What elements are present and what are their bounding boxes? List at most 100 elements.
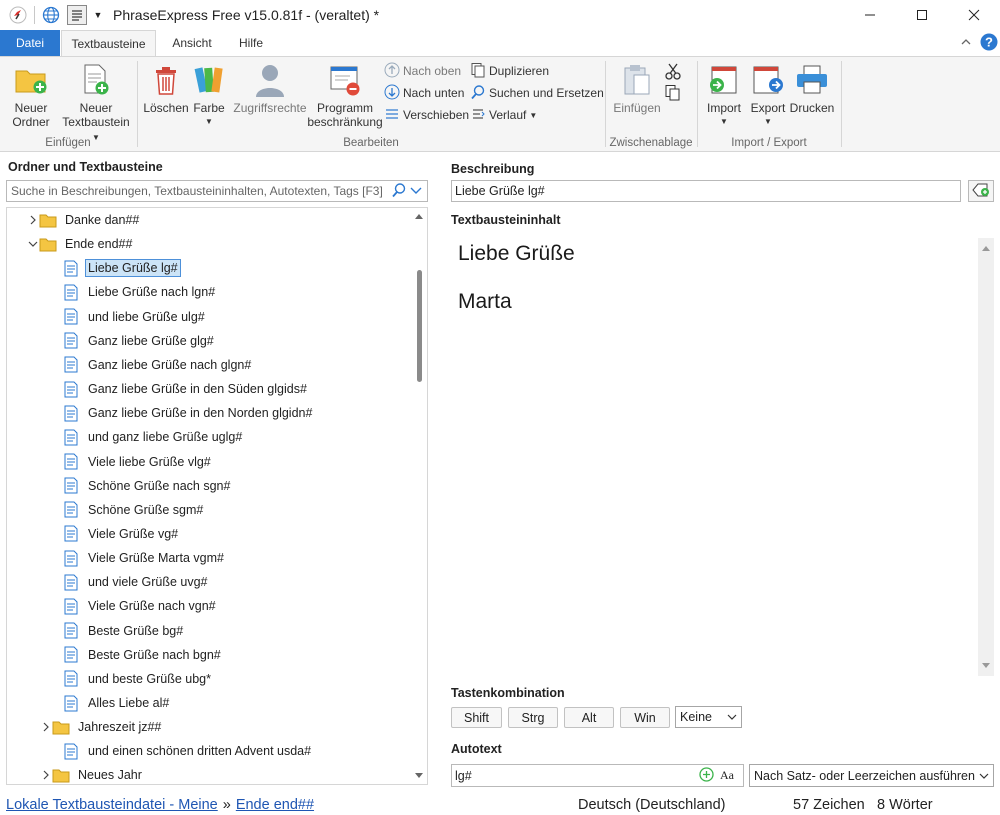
tree-folder-row[interactable]: Jahreszeit jz## <box>7 715 164 739</box>
new-phrase-icon <box>77 61 115 99</box>
chevron-down-icon[interactable] <box>27 239 39 249</box>
scroll-down-icon[interactable] <box>978 658 994 674</box>
tag-button[interactable] <box>968 180 994 202</box>
minimize-icon[interactable] <box>844 0 896 30</box>
scroll-up-icon[interactable] <box>978 240 994 256</box>
new-phrase-label-2-text: Textbaustein <box>62 115 130 129</box>
tree-item-label: Alles Liebe al# <box>88 696 170 710</box>
paste-button[interactable]: Einfügen <box>612 61 662 115</box>
tree-phrase-row[interactable]: und liebe Grüße ulg# <box>7 305 208 329</box>
tree-phrase-row[interactable]: Ganz liebe Grüße nach glgn# <box>7 353 254 377</box>
globe-icon[interactable] <box>41 5 61 25</box>
duplicate-button[interactable]: Duplizieren <box>470 61 549 81</box>
tab-datei[interactable]: Datei <box>0 30 60 56</box>
tree-phrase-row[interactable]: Liebe Grüße nach lgn# <box>7 280 218 304</box>
new-folder-button[interactable]: Neuer Ordner <box>8 61 54 129</box>
tree-folder-row[interactable]: Danke dan## <box>7 208 142 232</box>
access-rights-button[interactable]: Zugriffsrechte <box>232 61 308 115</box>
history-button[interactable]: Verlauf ▼ <box>470 105 537 125</box>
autotext-input[interactable]: lg# Aa <box>451 764 744 787</box>
history-label: Verlauf <box>489 108 527 122</box>
move-button[interactable]: Verschieben <box>384 105 469 125</box>
svg-text:?: ? <box>985 35 993 50</box>
tree-item-label: Ende end## <box>65 237 133 252</box>
chevron-right-icon[interactable] <box>27 215 39 225</box>
tab-ansicht[interactable]: Ansicht <box>160 30 224 56</box>
breadcrumb-folder-link[interactable]: Ende end## <box>236 797 314 813</box>
search-input[interactable] <box>7 181 391 201</box>
delete-button[interactable]: Löschen <box>143 61 189 115</box>
app-logo-icon[interactable] <box>8 5 28 25</box>
dropdown-caret-icon: ▼ <box>720 117 728 126</box>
tree-phrase-row[interactable]: und viele Grüße uvg# <box>7 570 211 594</box>
print-label: Drucken <box>789 101 835 115</box>
export-button[interactable]: Export ▼ <box>748 61 788 129</box>
tree-item-label: Liebe Grüße nach lgn# <box>88 285 216 300</box>
dropdown-caret-icon: ▼ <box>205 117 213 126</box>
ribbon-tabs: Datei Textbausteine Ansicht Hilfe ? <box>0 30 1000 56</box>
program-restriction-button[interactable]: Programm beschränkung <box>307 61 383 129</box>
ctrl-toggle-button[interactable]: Strg <box>508 707 558 728</box>
tree-phrase-row[interactable]: Ganz liebe Grüße glg# <box>7 329 217 353</box>
move-up-button[interactable]: Nach oben <box>384 61 461 81</box>
tree-phrase-row[interactable]: und beste Grüße ubg* <box>7 667 214 691</box>
description-field[interactable]: Liebe Grüße lg# <box>451 180 961 202</box>
tree-phrase-row[interactable]: Liebe Grüße lg# <box>7 256 181 280</box>
hotkey-key-select[interactable]: Keine <box>675 706 742 728</box>
print-button[interactable]: Drucken <box>790 61 834 115</box>
search-replace-button[interactable]: Suchen und Ersetzen <box>470 83 604 103</box>
win-toggle-button[interactable]: Win <box>620 707 670 728</box>
search-icon[interactable] <box>391 182 407 201</box>
case-sensitive-icon[interactable]: Aa <box>720 767 738 784</box>
customize-dropdown-icon[interactable]: ▼ <box>93 5 103 25</box>
autotext-mode-select[interactable]: Nach Satz- oder Leerzeichen ausführen <box>749 764 994 787</box>
scroll-thumb[interactable] <box>417 270 422 382</box>
tree-item-label: Ganz liebe Grüße in den Süden glgids# <box>88 382 307 397</box>
new-phrase-button[interactable]: Neuer Textbaustein ▼ <box>62 61 130 145</box>
chevron-down-icon[interactable] <box>409 183 423 200</box>
tree-phrase-row[interactable]: und ganz liebe Grüße uglg# <box>7 425 245 449</box>
tab-textbausteine[interactable]: Textbausteine <box>61 30 156 56</box>
phrase-document-icon <box>62 477 80 495</box>
maximize-icon[interactable] <box>896 0 948 30</box>
phrase-tree: Danke dan## Ende end## Liebe Grüße lg# Lieb… <box>6 207 428 785</box>
shift-toggle-button[interactable]: Shift <box>451 707 502 728</box>
tree-folder-row[interactable]: Neues Jahr <box>7 763 145 784</box>
tree-phrase-row[interactable]: Alles Liebe al# <box>7 691 172 715</box>
scroll-down-icon[interactable] <box>411 768 427 784</box>
tab-hilfe[interactable]: Hilfe <box>226 30 276 56</box>
move-down-button[interactable]: Nach unten <box>384 83 464 103</box>
breadcrumb-root-link[interactable]: Lokale Textbausteindatei - Meine <box>6 797 218 813</box>
phrase-content-editor[interactable]: Liebe Grüße Marta <box>451 238 994 676</box>
tree-phrase-row[interactable]: Beste Grüße bg# <box>7 619 186 643</box>
cut-icon[interactable] <box>664 61 682 81</box>
tree-phrase-row[interactable]: Ganz liebe Grüße in den Süden glgids# <box>7 377 310 401</box>
document-view-icon[interactable] <box>67 5 87 25</box>
tree-folder-row[interactable]: Ende end## <box>7 232 135 256</box>
close-icon[interactable] <box>948 0 1000 30</box>
tree-phrase-row[interactable]: Viele Grüße nach vgn# <box>7 594 219 618</box>
phrase-document-icon <box>62 259 80 277</box>
color-button[interactable]: Farbe ▼ <box>192 61 226 129</box>
scroll-up-icon[interactable] <box>411 208 427 224</box>
tree-phrase-row[interactable]: Viele Grüße Marta vgm# <box>7 546 227 570</box>
tree-phrase-row[interactable]: Viele Grüße vg# <box>7 522 181 546</box>
content-scrollbar[interactable] <box>978 238 994 676</box>
alt-toggle-button[interactable]: Alt <box>564 707 614 728</box>
chevron-right-icon[interactable] <box>40 770 52 780</box>
ribbon-tab-tools: ? <box>960 33 998 54</box>
chevron-right-icon[interactable] <box>40 722 52 732</box>
import-button[interactable]: Import ▼ <box>704 61 744 129</box>
autotext-label: Autotext <box>451 742 502 756</box>
tree-phrase-row[interactable]: und einen schönen dritten Advent usda# <box>7 739 314 763</box>
tree-phrase-row[interactable]: Viele liebe Grüße vlg# <box>7 450 214 474</box>
collapse-ribbon-icon[interactable] <box>960 36 972 51</box>
tree-phrase-row[interactable]: Ganz liebe Grüße in den Norden glgidn# <box>7 401 315 425</box>
copy-icon[interactable] <box>664 83 682 103</box>
tree-scrollbar[interactable] <box>411 208 427 784</box>
help-icon[interactable]: ? <box>980 33 998 54</box>
add-circle-icon[interactable] <box>699 766 714 785</box>
tree-phrase-row[interactable]: Beste Grüße nach bgn# <box>7 643 224 667</box>
tree-phrase-row[interactable]: Schöne Grüße nach sgn# <box>7 474 233 498</box>
tree-phrase-row[interactable]: Schöne Grüße sgm# <box>7 498 206 522</box>
